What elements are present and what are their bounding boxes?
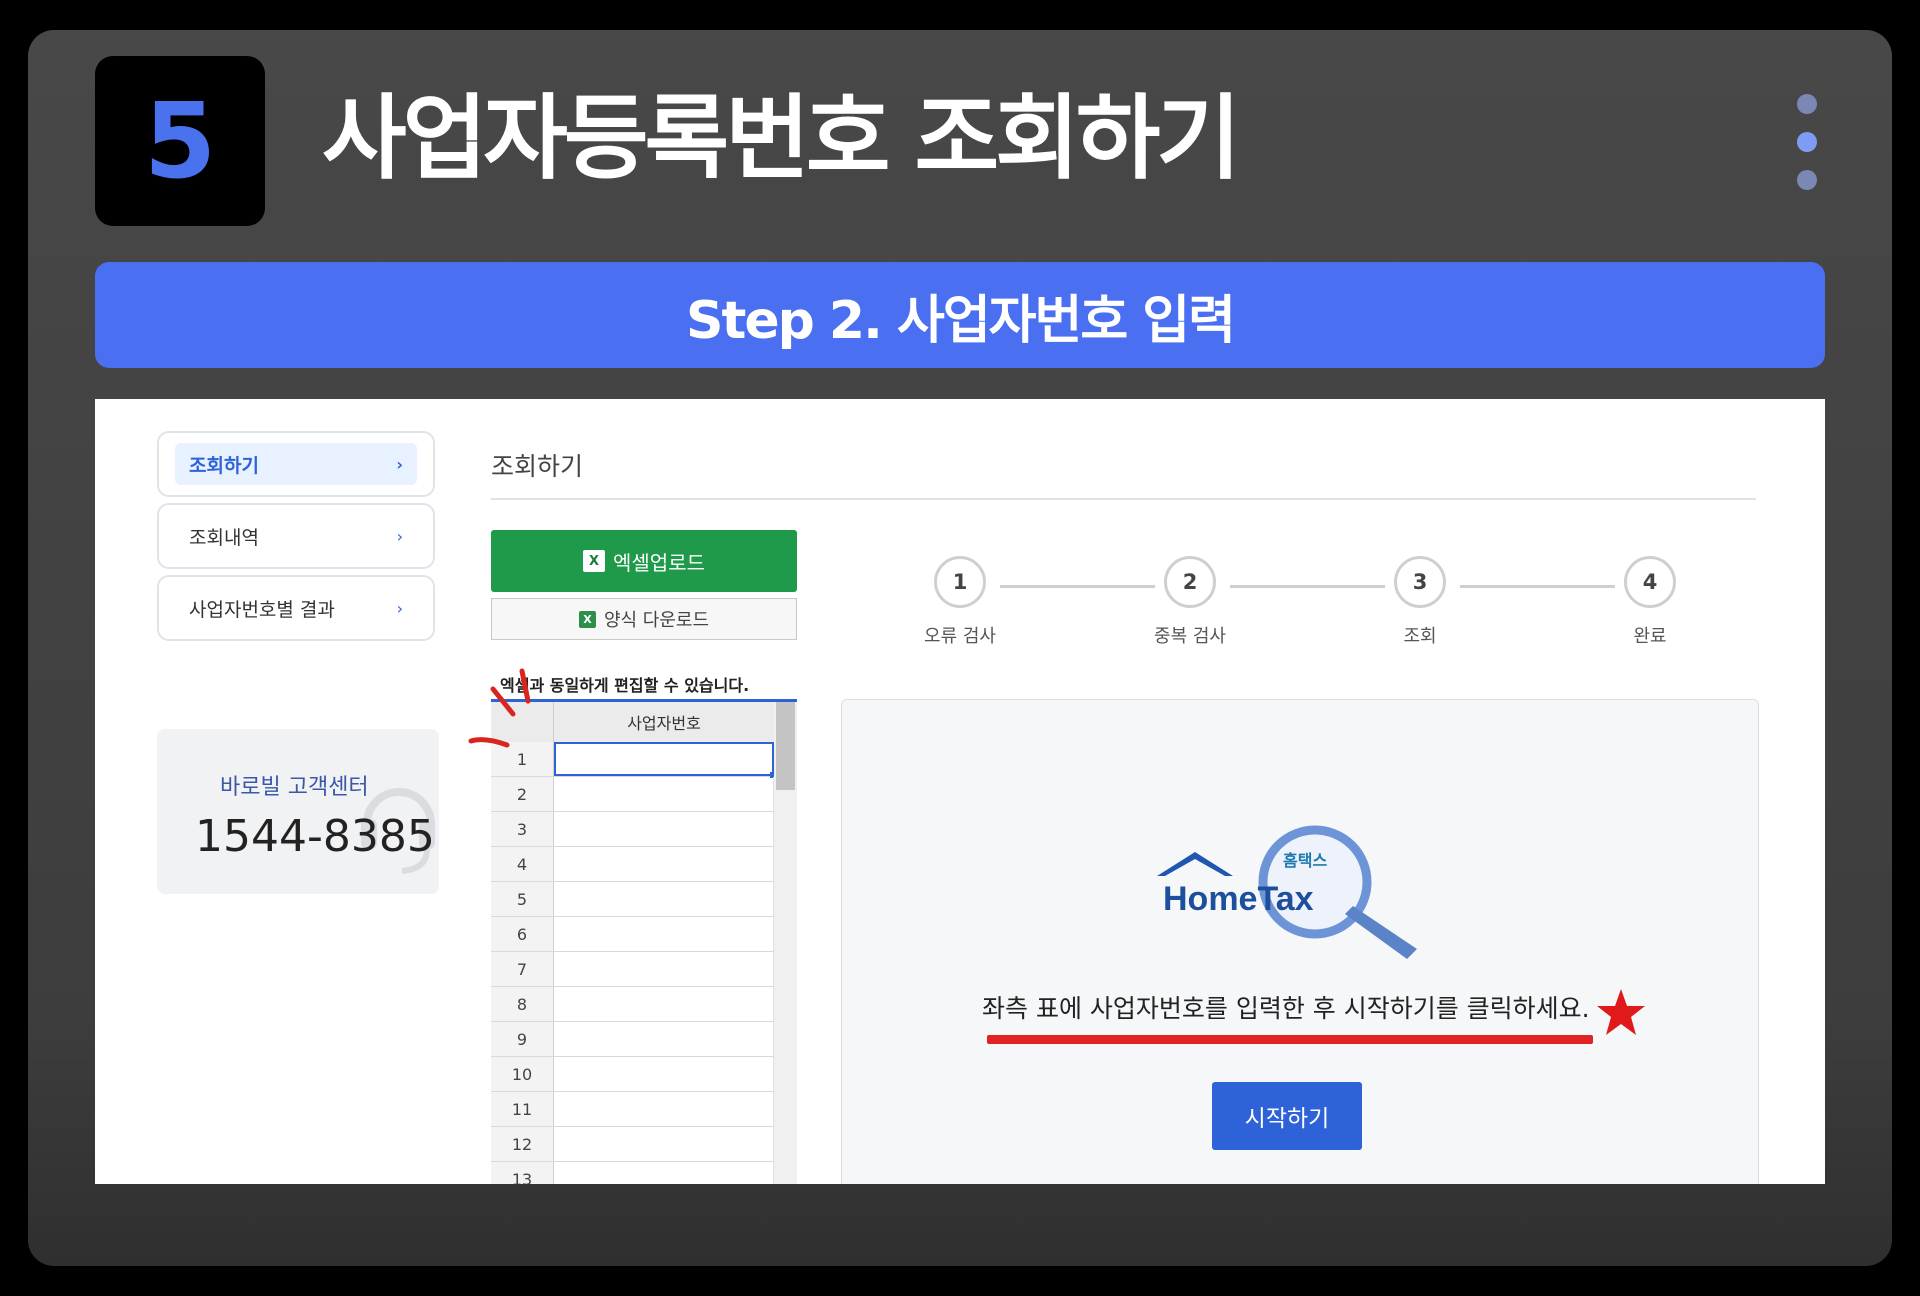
red-underline (987, 1035, 1593, 1044)
grid-cell[interactable] (554, 1092, 774, 1126)
step-label: 완료 (1633, 626, 1667, 647)
grid-row: 5 (491, 882, 774, 917)
step-number-badge: 5 (95, 56, 265, 226)
step-label: 조회 (1403, 626, 1437, 647)
grid-cell[interactable] (554, 882, 774, 916)
grid-cell[interactable] (554, 1022, 774, 1056)
grid-cell-selected[interactable] (554, 742, 776, 778)
grid-row: 3 (491, 812, 774, 847)
step-label: 오류 검사 (924, 626, 996, 647)
start-button[interactable]: 시작하기 (1212, 1082, 1362, 1150)
grid-cell[interactable] (554, 1057, 774, 1091)
step-circle: 1 (934, 556, 986, 608)
grid-scrollbar[interactable] (774, 702, 797, 1184)
customer-center-phone: 1544-8385 (195, 811, 435, 862)
grid-row: 4 (491, 847, 774, 882)
chevron-right-icon: › (396, 598, 403, 618)
grid-row: 10 (491, 1057, 774, 1092)
row-number: 2 (491, 777, 554, 811)
grid-row: 8 (491, 987, 774, 1022)
template-download-button[interactable]: X 양식 다운로드 (491, 598, 797, 640)
excel-upload-button[interactable]: X 엑셀업로드 (491, 530, 797, 592)
customer-center-label: 바로빌 고객센터 (220, 775, 369, 800)
page-dot-active[interactable] (1797, 132, 1817, 152)
step-banner: Step 2. 사업자번호 입력 (95, 262, 1825, 368)
grid-row: 12 (491, 1127, 774, 1162)
page-dot[interactable] (1797, 170, 1817, 190)
logo-text: HomeTax (1163, 880, 1314, 918)
spreadsheet-grid[interactable]: 사업자번호 1 2 3 4 5 6 7 8 9 10 11 12 13 (491, 699, 797, 1184)
step-circle: 4 (1624, 556, 1676, 608)
section-heading: 조회하기 (491, 452, 584, 481)
progress-stepper: 1 오류 검사 2 중복 검사 3 조회 4 완료 (924, 556, 1765, 666)
sidebar-item-results[interactable]: 사업자번호별 결과 › (157, 575, 435, 641)
row-number: 6 (491, 917, 554, 951)
stepper-connector (1230, 585, 1385, 588)
sidebar-item-label: 사업자번호별 결과 (189, 598, 335, 621)
grid-cell[interactable] (554, 952, 774, 986)
page-dot[interactable] (1797, 94, 1817, 114)
screenshot-area: 조회하기 › 조회내역 › 사업자번호별 결과 › 바로빌 고객센터 1544-… (95, 399, 1825, 1184)
row-number: 13 (491, 1162, 554, 1184)
step-circle: 2 (1164, 556, 1216, 608)
excel-icon: X (583, 550, 605, 572)
divider (491, 498, 1756, 500)
stepper-connector (1460, 585, 1615, 588)
grid-row: 13 (491, 1162, 774, 1184)
grid-cell[interactable] (554, 917, 774, 951)
grid-rows: 1 2 3 4 5 6 7 8 9 10 11 12 13 (491, 742, 776, 1184)
row-number: 11 (491, 1092, 554, 1126)
template-download-label: 양식 다운로드 (603, 610, 710, 631)
grid-row: 9 (491, 1022, 774, 1057)
logo-small-text: 홈택스 (1283, 851, 1327, 870)
stepper-step: 1 오류 검사 (920, 556, 1000, 648)
grid-cell[interactable] (554, 777, 774, 811)
row-number: 7 (491, 952, 554, 986)
row-number: 3 (491, 812, 554, 846)
grid-cell[interactable] (554, 812, 774, 846)
scrollbar-thumb[interactable] (776, 702, 795, 790)
customer-center-box: 바로빌 고객센터 1544-8385 (157, 729, 439, 894)
sidebar-item-label: 조회내역 (189, 526, 259, 549)
grid-cell[interactable] (554, 1127, 774, 1161)
step-circle: 3 (1394, 556, 1446, 608)
stepper-connector (1000, 585, 1155, 588)
annotation-marks (468, 668, 531, 748)
grid-row: 7 (491, 952, 774, 987)
chevron-right-icon: › (396, 454, 403, 474)
instruction-text: 좌측 표에 사업자번호를 입력한 후 시작하기를 클릭하세요. (982, 994, 1590, 1023)
excel-upload-label: 엑셀업로드 (613, 550, 705, 575)
chevron-right-icon: › (396, 526, 403, 546)
grid-row: 11 (491, 1092, 774, 1127)
step-label: 중복 검사 (1154, 626, 1226, 647)
grid-cell[interactable] (554, 847, 774, 881)
row-number: 10 (491, 1057, 554, 1091)
grid-row: 6 (491, 917, 774, 952)
stepper-step: 3 조회 (1380, 556, 1460, 648)
stepper-step: 4 완료 (1610, 556, 1690, 648)
grid-cell[interactable] (554, 1162, 774, 1184)
row-number: 4 (491, 847, 554, 881)
row-number: 9 (491, 1022, 554, 1056)
grid-cell[interactable] (554, 987, 774, 1021)
stepper-step: 2 중복 검사 (1150, 556, 1230, 648)
sidebar-item-label: 조회하기 (189, 454, 259, 477)
sidebar-item-history[interactable]: 조회내역 › (157, 503, 435, 569)
pagination-dots (1797, 94, 1817, 208)
sidebar-item-lookup[interactable]: 조회하기 › (157, 431, 435, 497)
page-title: 사업자등록번호 조회하기 (322, 85, 1241, 192)
grid-column-header: 사업자번호 (554, 702, 774, 743)
star-icon (1597, 989, 1645, 1035)
hometax-logo: HomeTax 홈택스 (1157, 825, 1417, 959)
excel-icon: X (578, 610, 596, 628)
row-number: 5 (491, 882, 554, 916)
grid-row: 2 (491, 777, 774, 812)
row-number: 8 (491, 987, 554, 1021)
row-number: 12 (491, 1127, 554, 1161)
